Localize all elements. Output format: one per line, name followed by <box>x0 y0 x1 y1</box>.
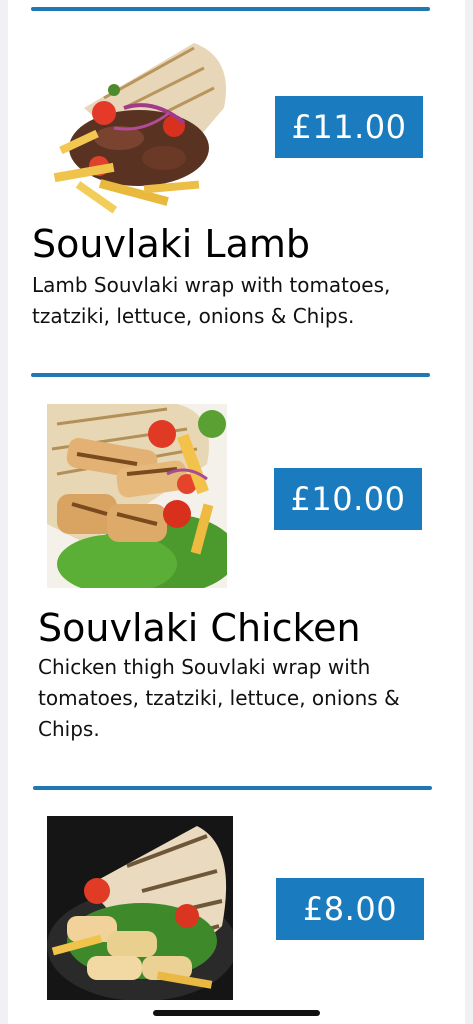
item-divider <box>31 373 430 377</box>
item-divider <box>33 786 432 790</box>
item-description: Chicken thigh Souvlaki wrap with tomatoe… <box>38 655 400 741</box>
chicken-souvlaki-wrap-image <box>47 404 227 588</box>
halloumi-souvlaki-wrap-image <box>47 816 233 1000</box>
price-badge: £10.00 <box>274 468 422 530</box>
price-badge: £8.00 <box>276 878 424 940</box>
page-edge-left <box>0 0 8 1024</box>
page-edge-right <box>465 0 473 1024</box>
item-title: Souvlaki Lamb <box>32 222 311 266</box>
home-indicator[interactable] <box>153 1010 320 1016</box>
item-title: Souvlaki Chicken <box>38 606 361 650</box>
item-description: Lamb Souvlaki wrap with tomatoes, tzatzi… <box>32 273 391 328</box>
lamb-souvlaki-wrap-image <box>44 38 234 218</box>
price-badge: £11.00 <box>275 96 423 158</box>
item-divider <box>31 7 430 11</box>
